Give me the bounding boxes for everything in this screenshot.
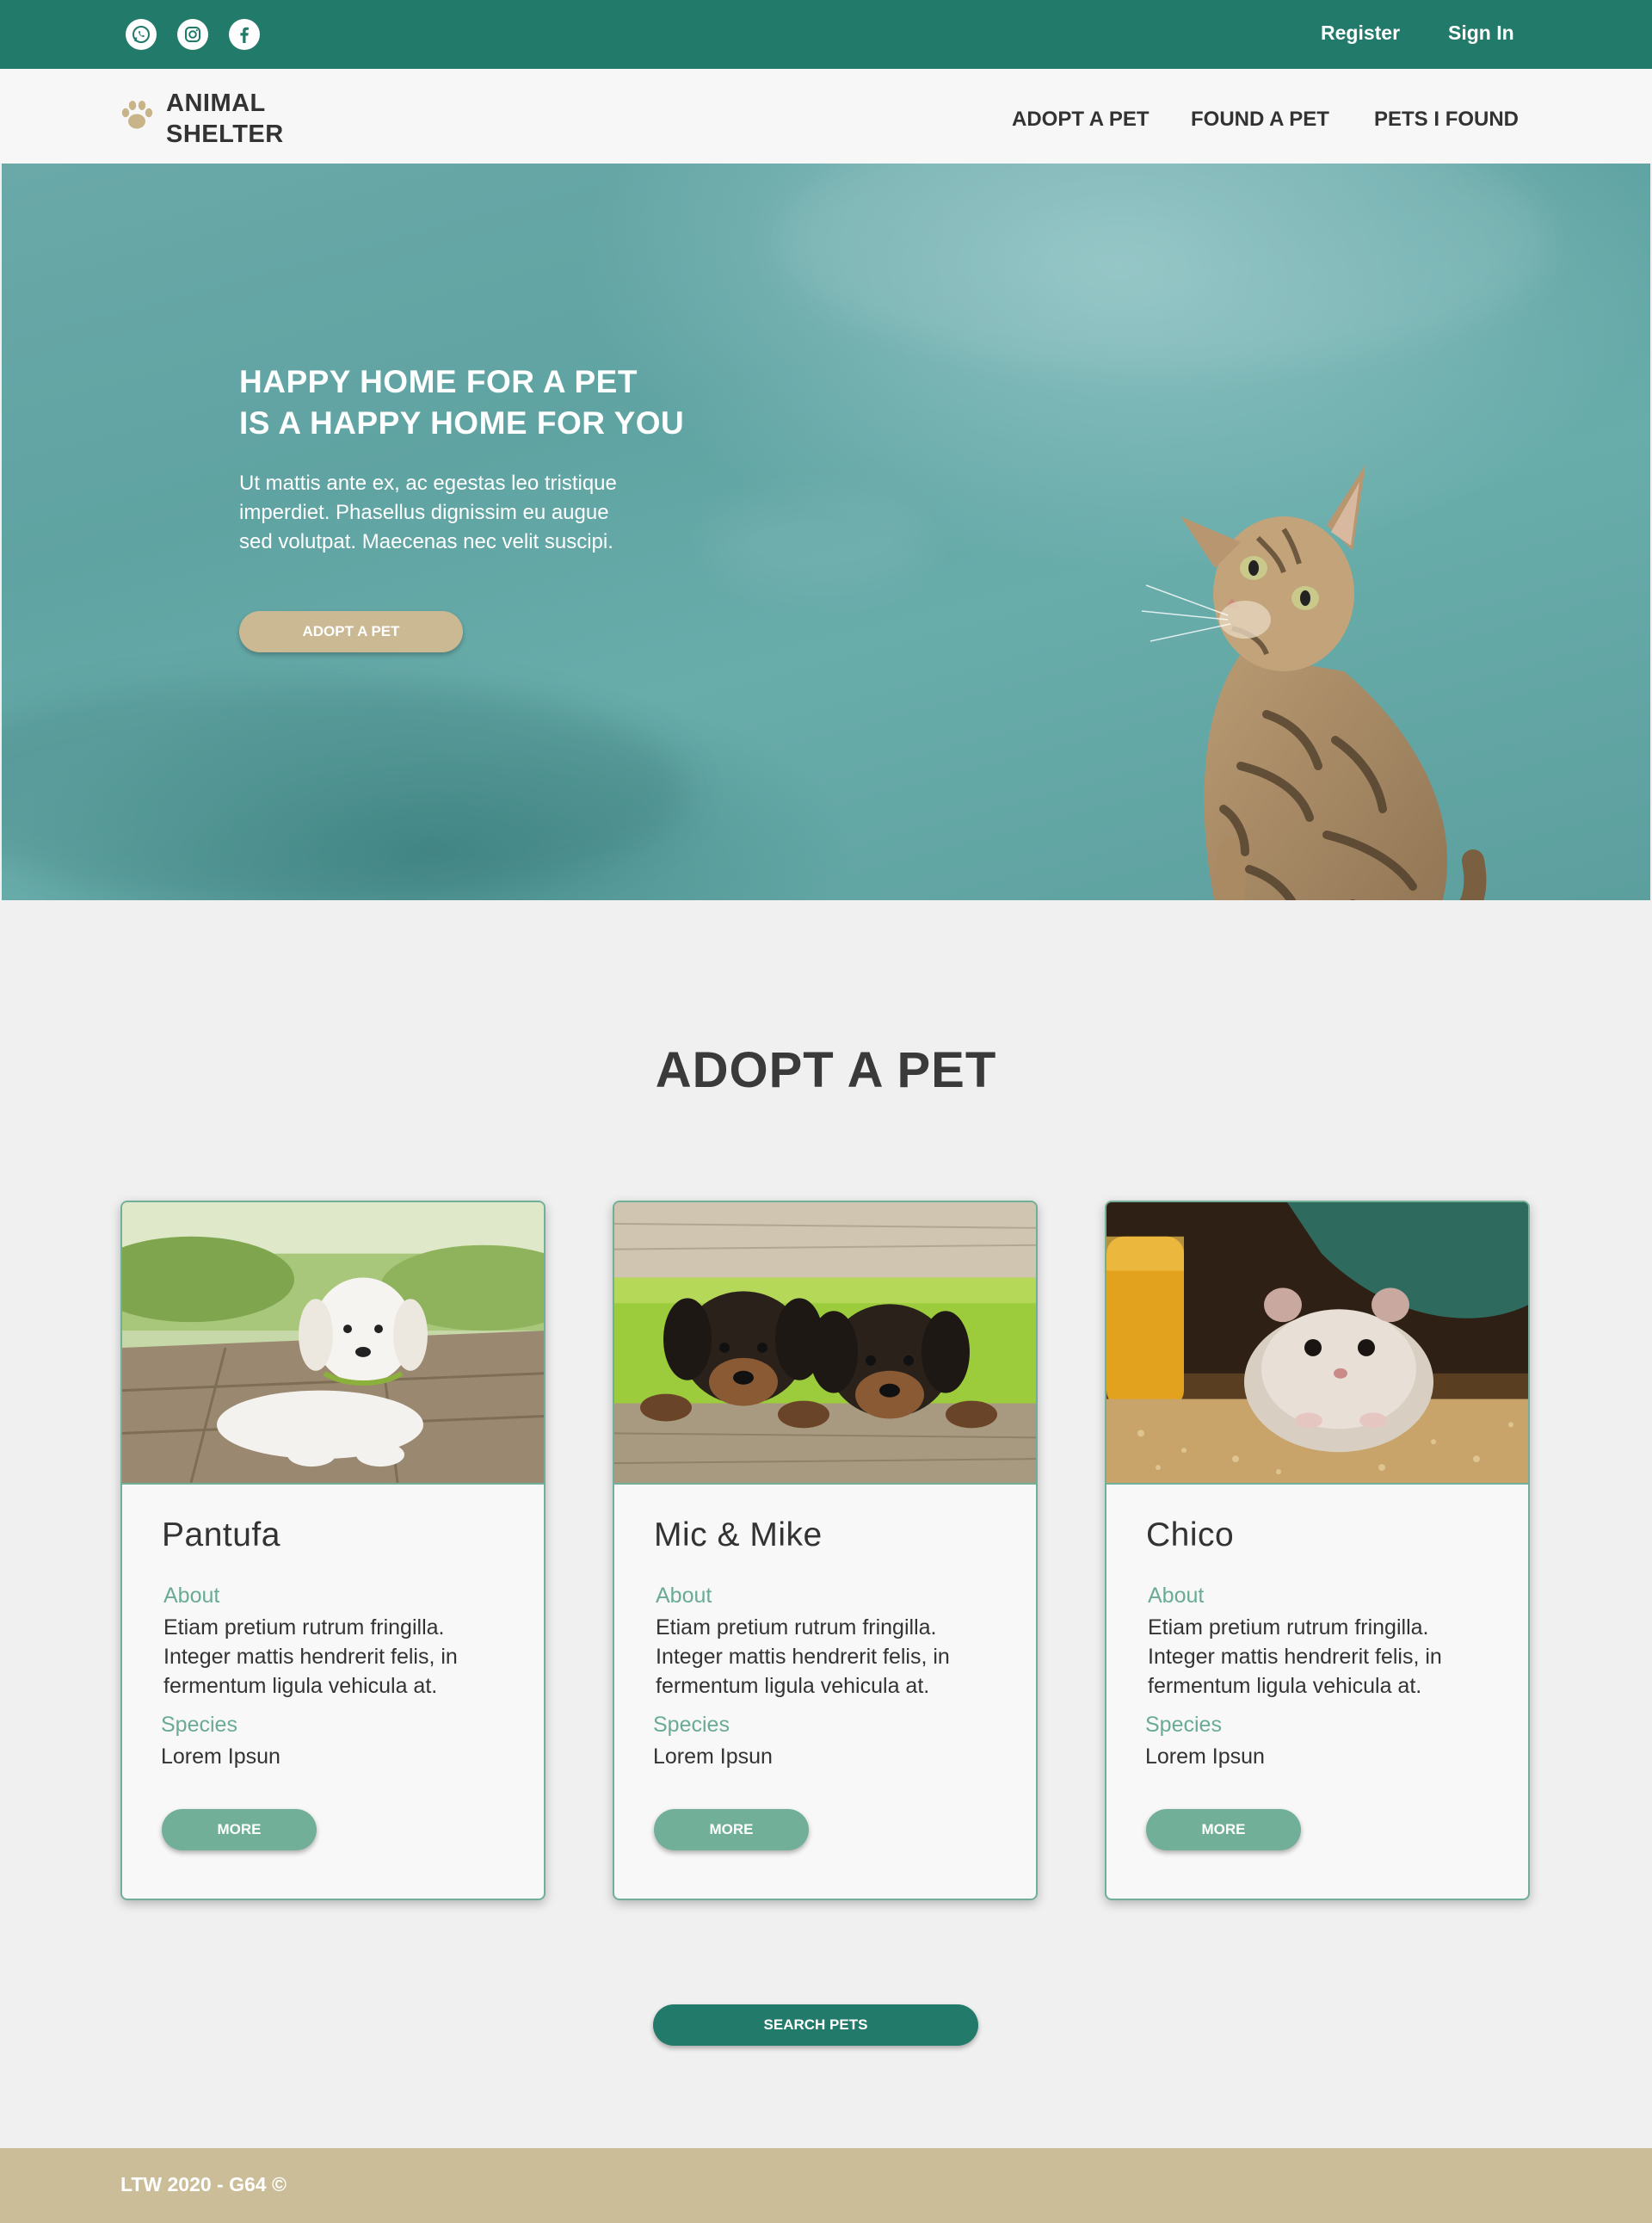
hero-adopt-button[interactable]: ADOPT A PET xyxy=(239,611,463,652)
about-label: About xyxy=(1148,1584,1205,1608)
nav-found-a-pet[interactable]: FOUND A PET xyxy=(1191,108,1329,132)
hero-title: HAPPY HOME FOR A PET IS A HAPPY HOME FOR… xyxy=(239,361,755,444)
about-line-3: fermentum ligula vehicula at. xyxy=(1148,1674,1422,1698)
species-label: Species xyxy=(161,1713,237,1737)
cat-image xyxy=(1141,465,1487,900)
about-line-2: Integer mattis hendrerit felis, in xyxy=(1148,1645,1442,1669)
more-button[interactable]: MORE xyxy=(162,1809,317,1850)
hero-subtitle-line-2: imperdiet. Phasellus dignissim eu augue xyxy=(239,501,609,524)
register-link[interactable]: Register xyxy=(1321,22,1400,45)
species-value: Lorem Ipsun xyxy=(1145,1744,1265,1769)
whatsapp-icon[interactable] xyxy=(126,19,157,50)
nav-pets-i-found[interactable]: PETS I FOUND xyxy=(1374,108,1519,132)
species-label: Species xyxy=(653,1713,730,1737)
nav-adopt-a-pet[interactable]: ADOPT A PET xyxy=(1012,108,1150,132)
about-text: Etiam pretium rutrum fringilla. Integer … xyxy=(163,1613,525,1701)
footer-copyright: LTW 2020 - G64 © xyxy=(120,2173,287,2195)
pet-card-chico: Chico About Etiam pretium rutrum fringil… xyxy=(1105,1201,1530,1900)
about-line-1: Etiam pretium rutrum fringilla. xyxy=(1148,1615,1429,1639)
species-value: Lorem Ipsun xyxy=(161,1744,280,1769)
sign-in-link[interactable]: Sign In xyxy=(1448,22,1514,45)
logo-line-1: ANIMAL xyxy=(166,90,266,117)
hero-subtitle-line-3: sed volutpat. Maecenas nec velit suscipi… xyxy=(239,530,613,553)
pet-name: Chico xyxy=(1146,1516,1235,1553)
pet-name: Pantufa xyxy=(162,1516,280,1553)
about-line-1: Etiam pretium rutrum fringilla. xyxy=(656,1615,937,1639)
pet-name: Mic & Mike xyxy=(654,1516,823,1553)
about-line-3: fermentum ligula vehicula at. xyxy=(163,1674,438,1698)
about-label: About xyxy=(656,1584,712,1608)
species-value: Lorem Ipsun xyxy=(653,1744,773,1769)
about-line-1: Etiam pretium rutrum fringilla. xyxy=(163,1615,445,1639)
more-button[interactable]: MORE xyxy=(654,1809,809,1850)
about-line-3: fermentum ligula vehicula at. xyxy=(656,1674,930,1698)
pet-image-hamster xyxy=(1106,1202,1528,1485)
pet-image-puppy xyxy=(122,1202,544,1485)
about-text: Etiam pretium rutrum fringilla. Integer … xyxy=(656,1613,1017,1701)
hero-title-line-2: IS A HAPPY HOME FOR YOU xyxy=(239,405,685,441)
pet-image-puppies xyxy=(614,1202,1036,1485)
instagram-icon[interactable] xyxy=(177,19,208,50)
facebook-icon[interactable] xyxy=(229,19,260,50)
hero-title-line-1: HAPPY HOME FOR A PET xyxy=(239,364,638,399)
about-line-2: Integer mattis hendrerit felis, in xyxy=(163,1645,458,1669)
logo-text[interactable]: ANIMAL SHELTER xyxy=(166,88,284,150)
section-title: ADOPT A PET xyxy=(655,1042,997,1098)
logo-line-2: SHELTER xyxy=(166,120,284,148)
hero-subtitle: Ut mattis ante ex, ac egestas leo tristi… xyxy=(239,469,687,557)
species-label: Species xyxy=(1145,1713,1222,1737)
about-line-2: Integer mattis hendrerit felis, in xyxy=(656,1645,950,1669)
about-label: About xyxy=(163,1584,220,1608)
more-button[interactable]: MORE xyxy=(1146,1809,1301,1850)
hero-subtitle-line-1: Ut mattis ante ex, ac egestas leo tristi… xyxy=(239,472,617,495)
pet-card-pantufa: Pantufa About Etiam pretium rutrum fring… xyxy=(120,1201,546,1900)
pet-card-mic-mike: Mic & Mike About Etiam pretium rutrum fr… xyxy=(613,1201,1038,1900)
search-pets-button[interactable]: SEARCH PETS xyxy=(653,2004,978,2046)
about-text: Etiam pretium rutrum fringilla. Integer … xyxy=(1148,1613,1509,1701)
paw-icon xyxy=(121,101,153,129)
